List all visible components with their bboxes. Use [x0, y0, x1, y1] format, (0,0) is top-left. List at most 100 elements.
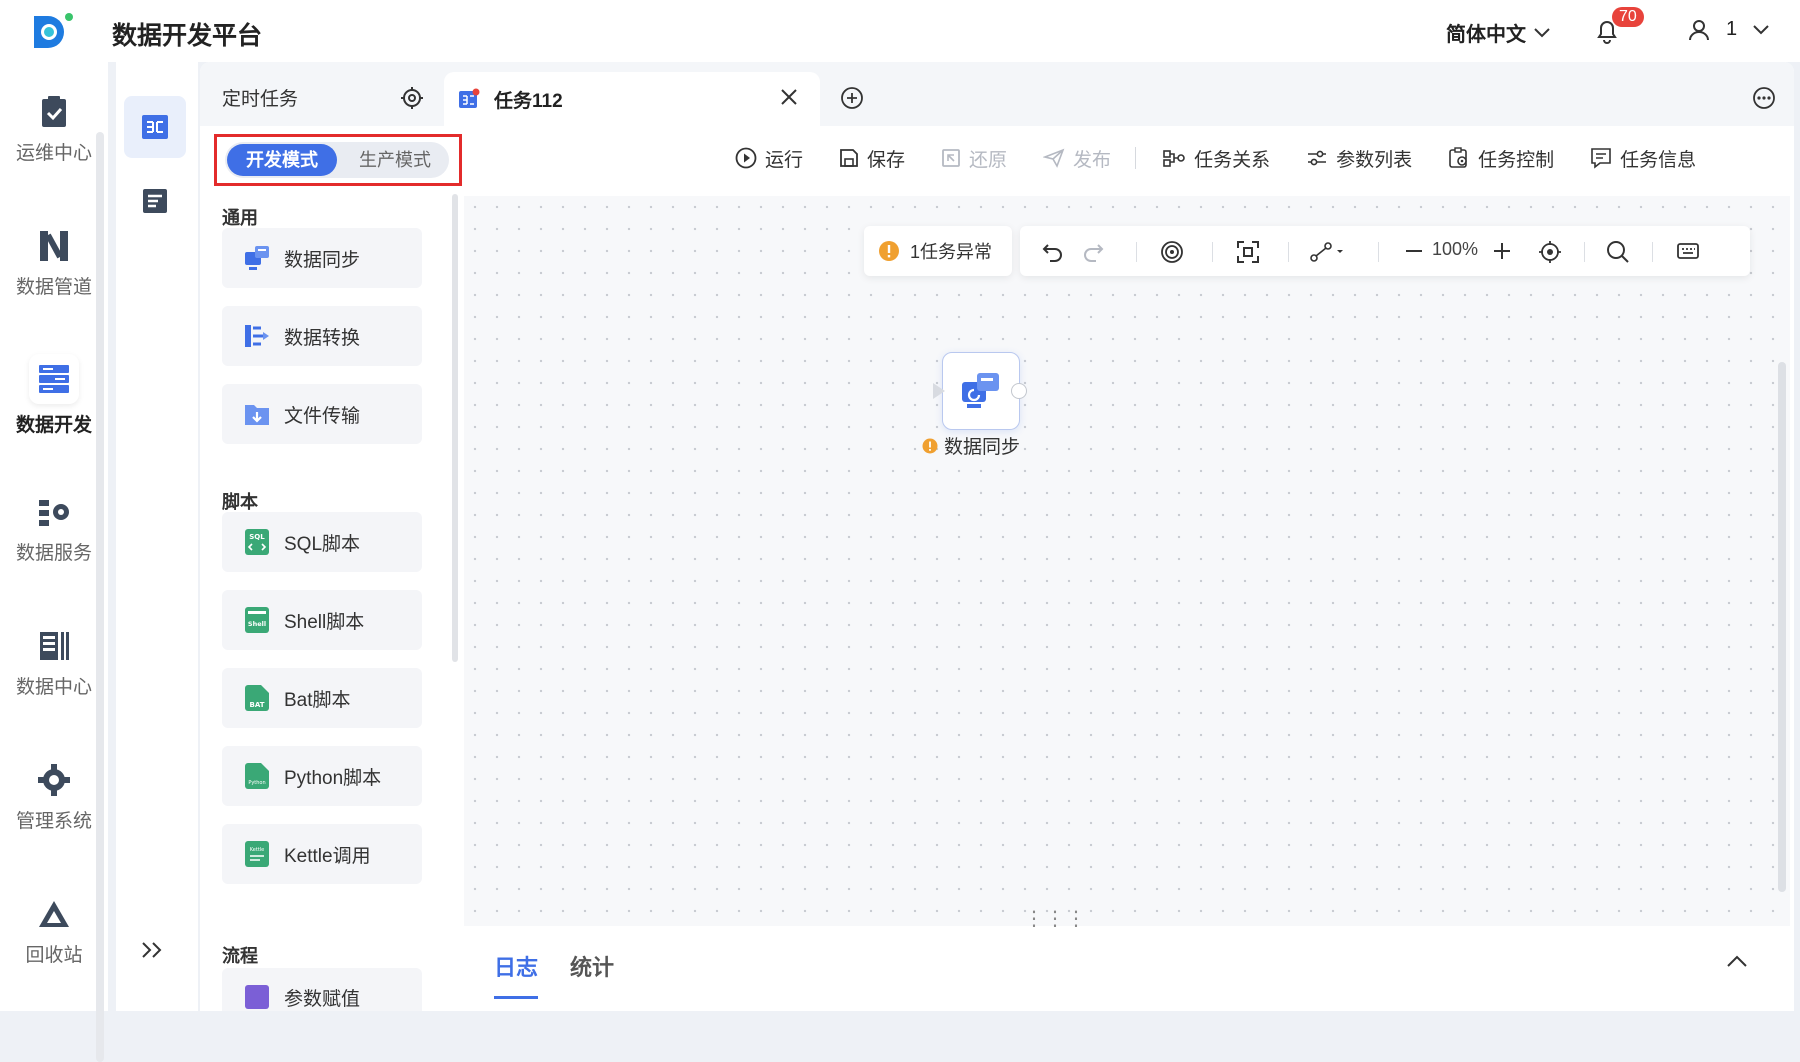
nav-label: 数据开发 [15, 415, 92, 436]
flow-canvas[interactable]: 1任务异常 100% 数据同步 [464, 196, 1790, 982]
tab-log[interactable]: 日志 [494, 950, 538, 982]
task-control-label: 任务控制 [1478, 149, 1555, 171]
task-control-button[interactable]: 任务控制 [1448, 145, 1554, 172]
component-kettle-call[interactable]: Kettle Kettle调用 [222, 824, 422, 884]
task-info-button[interactable]: 任务信息 [1590, 145, 1696, 172]
nav-label: 运维中心 [15, 143, 92, 164]
task-warning[interactable]: 1任务异常 [864, 226, 1012, 276]
chevron-up-icon[interactable] [1726, 954, 1748, 968]
gear-icon [38, 764, 70, 796]
component-label: 数据同步 [284, 249, 361, 271]
close-icon[interactable] [780, 88, 798, 106]
tab-label: 任务112 [494, 91, 563, 112]
toolbar-divider [1378, 242, 1379, 262]
tab-task112[interactable]: 任务112 [444, 72, 820, 126]
subnav-list-button[interactable] [124, 170, 186, 232]
node-name: 数据同步 [944, 437, 1021, 458]
param-list-label: 参数列表 [1336, 149, 1413, 171]
svg-text:Kettle: Kettle [250, 847, 265, 853]
component-label: 文件传输 [284, 405, 361, 427]
nav-item-data-center[interactable]: 数据中心 [0, 616, 108, 726]
prod-mode-button[interactable]: 生产模式 [343, 144, 447, 176]
component-label: Python脚本 [284, 767, 382, 789]
more-options-icon[interactable] [1752, 86, 1776, 110]
publish-button[interactable]: 发布 [1043, 145, 1111, 172]
play-icon [735, 147, 757, 169]
component-param-assign[interactable]: 参数赋值 [222, 968, 422, 1011]
flow-node-data-sync[interactable] [933, 352, 1027, 430]
warning-icon [879, 241, 899, 261]
toolbar: 运行 保存 还原 发布 任务关系 参数列表 任务控制 任务信息 [735, 138, 1732, 178]
user-menu[interactable]: 1 [1688, 18, 1769, 41]
toolbar-divider [1136, 242, 1137, 262]
app-logo-icon [34, 13, 73, 48]
tab-stats[interactable]: 统计 [570, 950, 614, 982]
node-input-port[interactable] [933, 383, 945, 399]
redo-icon[interactable] [1082, 240, 1104, 262]
nav-label: 数据中心 [15, 677, 92, 698]
language-label: 简体中文 [1446, 24, 1526, 46]
task-info-label: 任务信息 [1620, 149, 1697, 171]
language-selector[interactable]: 简体中文 [1446, 18, 1550, 47]
restore-button[interactable]: 还原 [941, 145, 1007, 172]
nav-scrollbar[interactable] [96, 132, 104, 1062]
nav-item-data-dev[interactable]: 数据开发 [0, 348, 108, 458]
section-title-script: 脚本 [222, 492, 258, 512]
component-label: 数据转换 [284, 327, 361, 349]
run-button[interactable]: 运行 [735, 145, 803, 172]
task-flow-icon [142, 115, 168, 139]
nav-label: 管理系统 [15, 811, 92, 832]
main-panel: 定时任务 任务112 开发模式 生产模式 运行 保存 还原 发布 任务关系 参数… [200, 62, 1794, 1011]
data-sync-icon [962, 373, 999, 408]
component-python-script[interactable]: Python Python脚本 [222, 746, 422, 806]
nav-item-recycle-bin[interactable]: 回收站 [0, 884, 108, 994]
run-label: 运行 [765, 149, 804, 171]
param-list-button[interactable]: 参数列表 [1306, 145, 1412, 172]
resize-handle[interactable]: ⋮⋮⋮ [1024, 906, 1087, 931]
expand-double-chevron-icon[interactable] [140, 940, 164, 960]
search-icon[interactable] [1606, 240, 1630, 264]
bottom-panel: ⋮⋮⋮ 日志 统计 [464, 908, 1790, 1011]
locate-icon[interactable] [1538, 240, 1562, 264]
component-shell-script[interactable]: Shell Shell脚本 [222, 590, 422, 650]
subnav-task-flow-button[interactable] [124, 96, 186, 158]
param-assign-icon [245, 985, 269, 1009]
save-button[interactable]: 保存 [839, 145, 905, 172]
component-sql-script[interactable]: SQL SQL脚本 [222, 512, 422, 572]
task-relations-label: 任务关系 [1194, 149, 1271, 171]
component-bat-script[interactable]: BAT Bat脚本 [222, 668, 422, 728]
connector-style-icon[interactable] [1310, 240, 1344, 264]
settings-gear-icon[interactable] [400, 86, 424, 110]
canvas-vertical-scrollbar[interactable] [1778, 362, 1786, 892]
dev-mode-button[interactable]: 开发模式 [227, 144, 337, 176]
fit-view-icon[interactable] [1236, 240, 1260, 264]
nav-item-data-pipeline[interactable]: 数据管道 [0, 216, 108, 326]
node-output-port[interactable] [1011, 383, 1027, 399]
task-relations-button[interactable]: 任务关系 [1162, 145, 1270, 172]
chevron-down-icon [1534, 27, 1550, 37]
control-icon [1449, 147, 1467, 168]
save-label: 保存 [867, 149, 906, 171]
zoom-out-icon[interactable] [1404, 240, 1424, 262]
zoom-in-icon[interactable] [1492, 240, 1512, 262]
fingerprint-icon[interactable] [1160, 240, 1184, 264]
data-service-icon [39, 500, 69, 526]
shell-script-icon: Shell [245, 607, 269, 633]
component-data-transform[interactable]: 数据转换 [222, 306, 422, 366]
restore-label: 还原 [969, 149, 1008, 171]
add-tab-icon[interactable] [840, 86, 864, 110]
top-bar: 数据开发平台 简体中文 70 1 [0, 0, 1800, 62]
nav-item-data-service[interactable]: 数据服务 [0, 482, 108, 592]
component-file-transfer[interactable]: 文件传输 [222, 384, 422, 444]
nav-item-ops-center[interactable]: 运维中心 [0, 82, 108, 192]
undo-icon[interactable] [1042, 240, 1064, 262]
sidebar-scrollbar[interactable] [452, 194, 458, 662]
svg-text:Shell: Shell [248, 620, 266, 628]
component-data-sync[interactable]: 数据同步 [222, 228, 422, 288]
python-script-icon: Python [245, 763, 269, 789]
publish-label: 发布 [1073, 149, 1112, 171]
keyboard-icon[interactable] [1676, 240, 1700, 262]
folder-transfer-icon [245, 405, 269, 425]
nav-item-management[interactable]: 管理系统 [0, 750, 108, 860]
tab-scheduled-tasks[interactable]: 定时任务 [222, 84, 298, 111]
